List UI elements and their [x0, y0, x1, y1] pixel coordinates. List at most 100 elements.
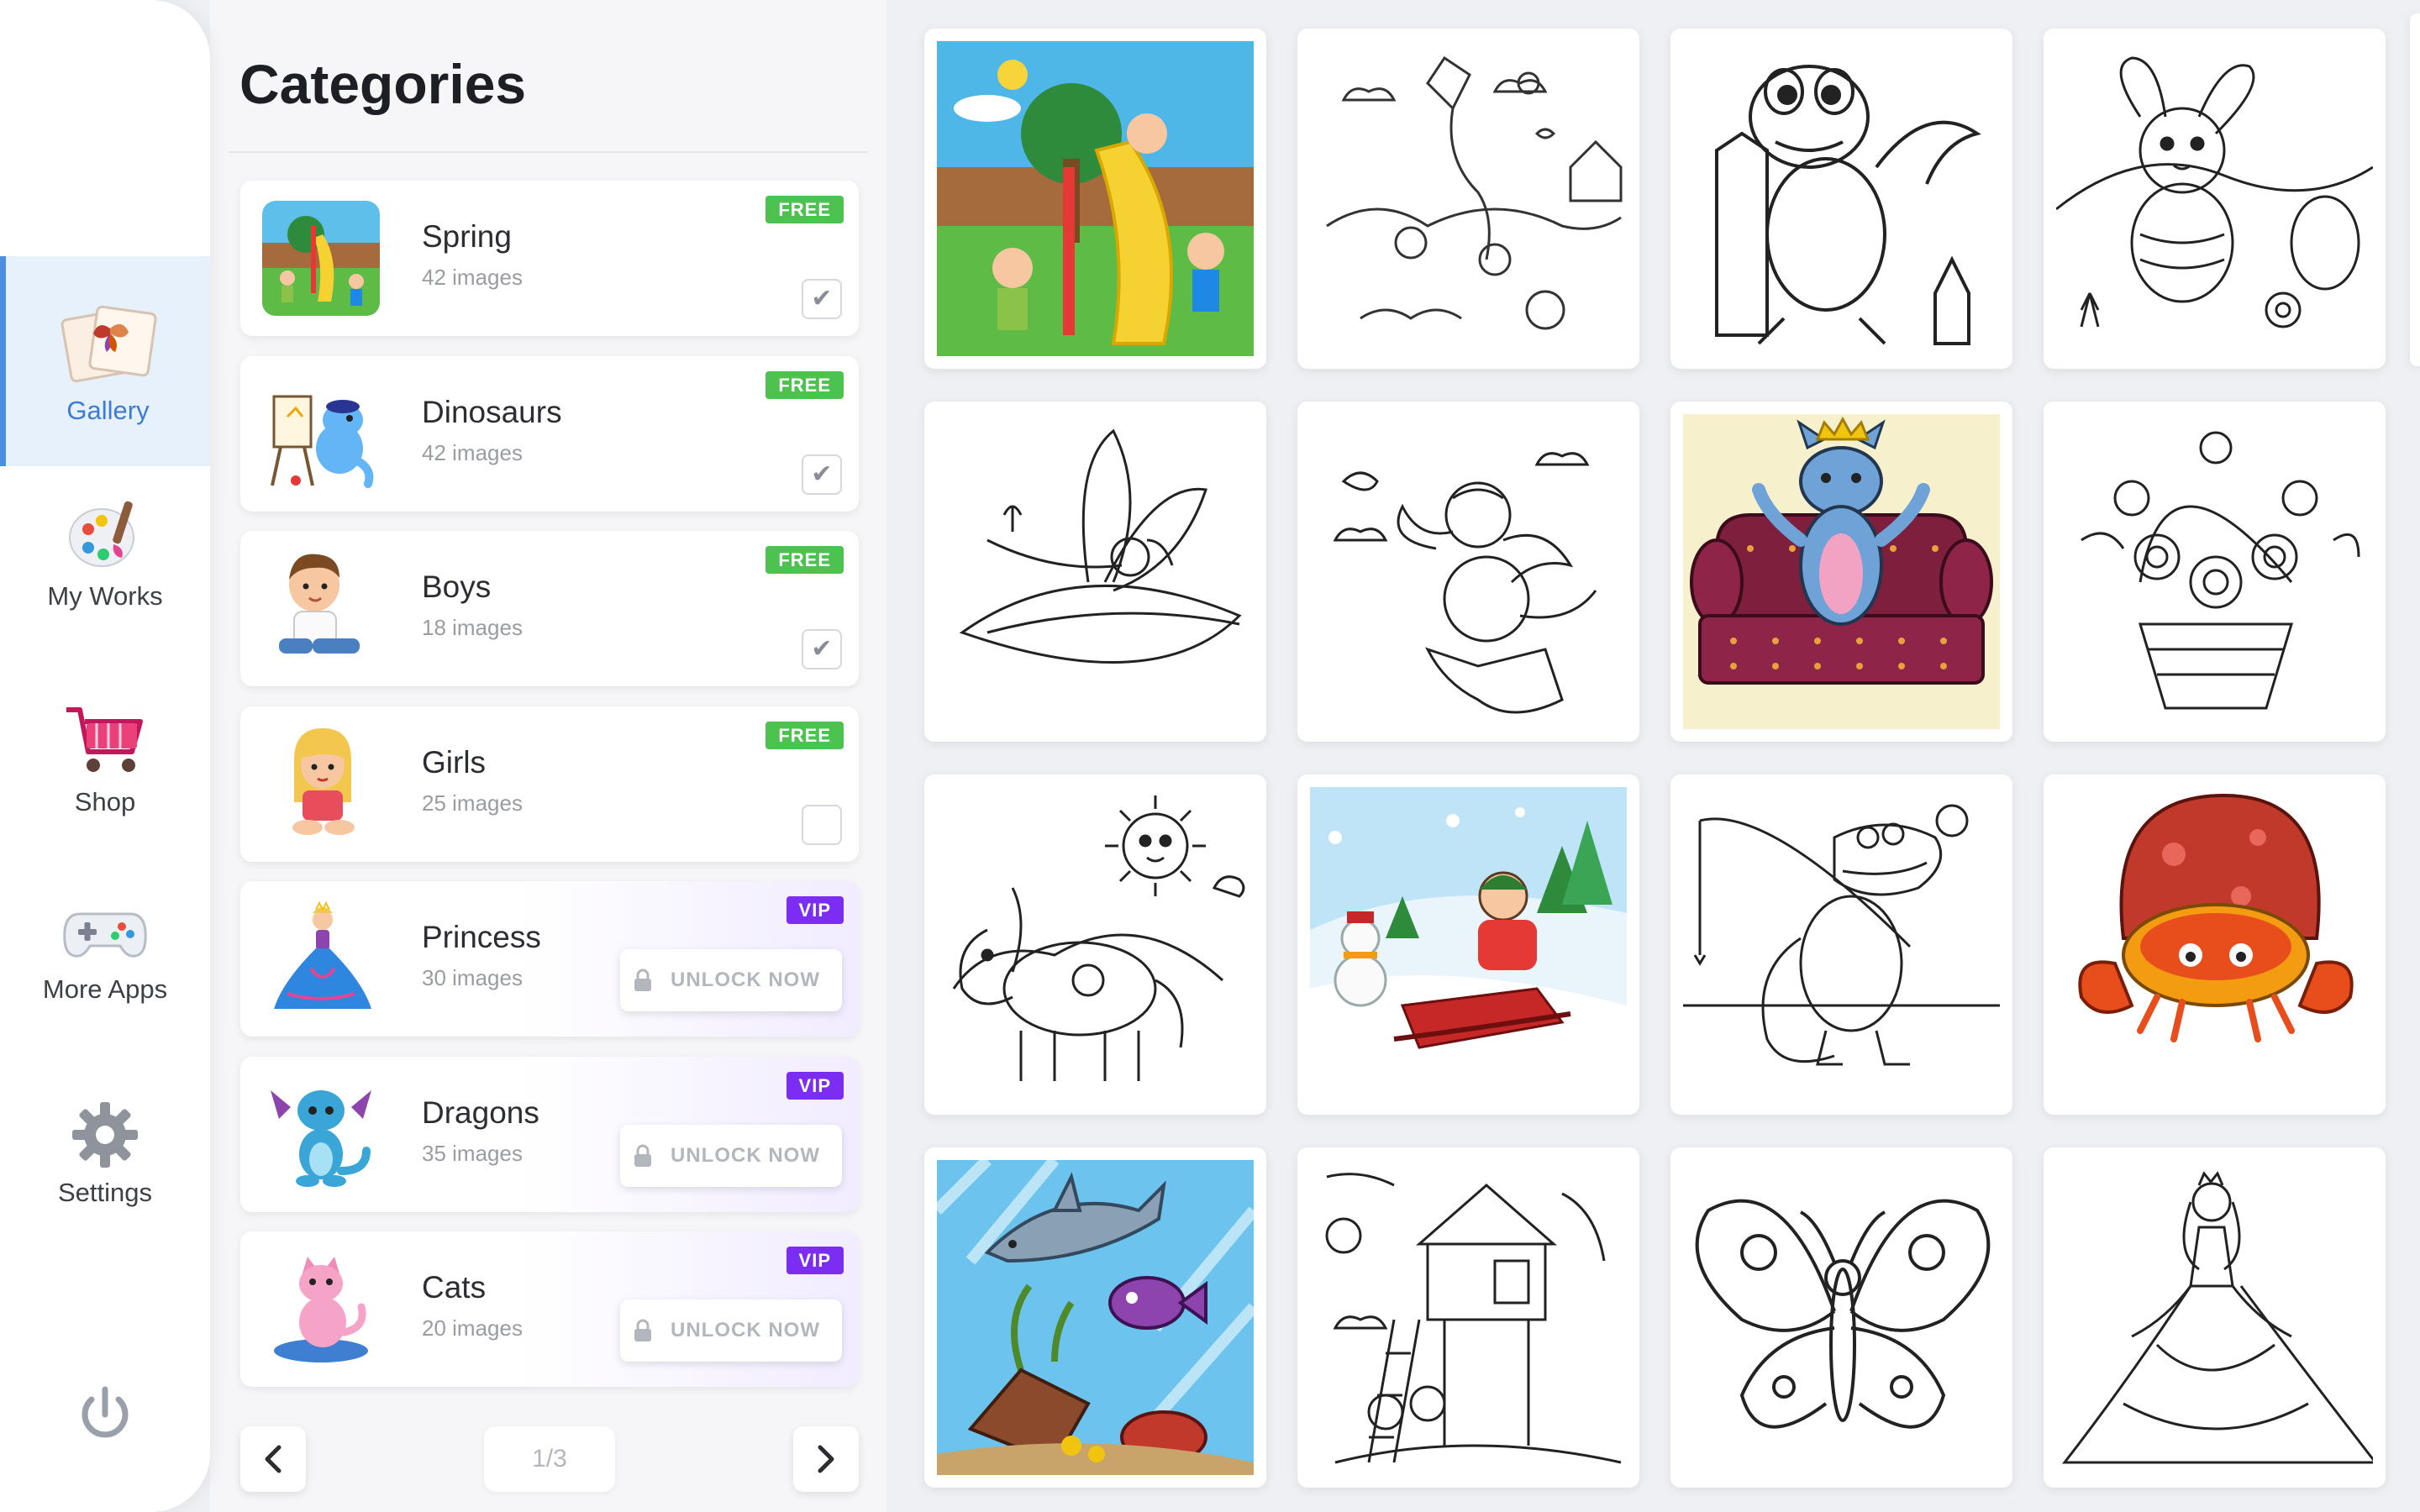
category-name: Dinosaurs — [422, 395, 562, 429]
select-checkbox[interactable]: ✔ — [802, 279, 842, 319]
vip-badge: VIP — [786, 1247, 844, 1274]
crowned-cat-on-armchair-image — [1683, 414, 2000, 729]
nav-gallery-label: Gallery — [66, 396, 150, 425]
gallery-tile-dinosaur-pencils[interactable] — [1670, 29, 2012, 369]
category-count: 25 images — [422, 790, 523, 816]
gallery-tile-boy-sledding[interactable] — [1297, 774, 1639, 1115]
dinosaur-with-pencils-outline-image — [1715, 65, 1981, 345]
unlock-now-label: UNLOCK NOW — [671, 1319, 820, 1341]
gallery-tile-princess-gown[interactable] — [2044, 1147, 2386, 1488]
kids-on-playground-slide-image — [937, 41, 1254, 356]
gallery-tile-playground[interactable] — [924, 29, 1266, 369]
princess-thumbnail — [274, 901, 371, 1009]
gear-icon — [72, 1102, 138, 1168]
checkmark-icon: ✔ — [811, 635, 833, 663]
boy-sledding-with-snowman-image — [1310, 787, 1627, 1102]
unlock-now-button[interactable]: UNLOCK NOW — [620, 1125, 842, 1187]
power-button[interactable] — [75, 1384, 135, 1445]
free-badge: FREE — [765, 546, 844, 574]
gallery-tile-baby-dragon-cliff[interactable] — [1297, 402, 1639, 742]
checkmark-icon: ✔ — [811, 285, 833, 312]
category-card-cats[interactable]: Cats 20 images VIP UNLOCK NOW — [240, 1231, 859, 1387]
gallery-tile-kite-village[interactable] — [1297, 29, 1639, 369]
playground-thumbnail — [262, 201, 380, 316]
categories-panel: Categories Spring 42 images FREE ✔ Dinos… — [210, 0, 886, 1512]
dragon-thumbnail — [271, 1090, 371, 1187]
treehouse-outline-image — [1325, 1173, 1622, 1464]
lock-icon — [634, 969, 651, 991]
unlock-now-label: UNLOCK NOW — [671, 969, 820, 991]
select-checkbox[interactable] — [802, 805, 842, 845]
girl-thumbnail — [292, 728, 355, 835]
unlock-now-button[interactable]: UNLOCK NOW — [620, 949, 842, 1011]
gallery-tile-easter-bunny[interactable] — [2044, 29, 2386, 369]
fishing-crocodile-outline-image — [1683, 804, 2000, 1066]
select-checkbox[interactable]: ✔ — [802, 629, 842, 669]
nav-shop-label: Shop — [74, 787, 136, 816]
gamepad-icon — [63, 912, 147, 958]
lock-icon — [634, 1144, 651, 1167]
free-badge: FREE — [765, 196, 844, 223]
page-indicator: 1/3 — [484, 1426, 615, 1492]
previous-page-button[interactable] — [240, 1426, 306, 1492]
chevron-right-icon — [818, 1445, 834, 1473]
page-title: Categories — [239, 53, 527, 115]
gallery-tile-crab-mushroom[interactable] — [2044, 774, 2386, 1115]
vip-badge: VIP — [786, 1072, 844, 1100]
gallery-tile-crowned-cat-armchair[interactable] — [1670, 402, 2012, 742]
select-checkbox[interactable]: ✔ — [802, 454, 842, 495]
category-name: Spring — [422, 219, 512, 254]
category-name: Cats — [422, 1270, 487, 1305]
easter-bunny-with-egg-outline-image — [2056, 56, 2373, 328]
category-card-dragons[interactable]: Dragons 35 images VIP UNLOCK NOW — [240, 1057, 859, 1212]
nav-my-works-label: My Works — [47, 581, 163, 611]
nav-shop[interactable]: Shop — [0, 701, 210, 827]
unlock-now-button[interactable]: UNLOCK NOW — [620, 1299, 842, 1362]
category-name: Dragons — [422, 1095, 539, 1130]
fairy-on-leaf-outline-image — [959, 428, 1242, 664]
title-divider — [229, 151, 867, 153]
gallery-tile-fishing-crocodile[interactable] — [1670, 774, 2012, 1115]
gallery-tile-pony-sun[interactable] — [924, 774, 1266, 1115]
category-card-dinosaurs[interactable]: Dinosaurs 42 images FREE ✔ — [240, 356, 859, 512]
rose-basket-outline-image — [2081, 431, 2360, 710]
gallery-tile-underwater[interactable] — [924, 1147, 1266, 1488]
category-count: 18 images — [422, 615, 523, 640]
category-card-girls[interactable]: Girls 25 images FREE — [240, 706, 859, 862]
category-count: 42 images — [422, 440, 523, 465]
category-name: Boys — [422, 570, 492, 604]
baby-dragon-on-cliff-outline-image — [1333, 452, 1597, 714]
category-card-spring[interactable]: Spring 42 images FREE ✔ — [240, 181, 859, 336]
crab-in-mushroom-house-image — [2056, 787, 2373, 1102]
nav-settings[interactable]: Settings — [0, 1100, 210, 1226]
nav-my-works[interactable]: My Works — [0, 496, 210, 622]
gallery-tile-fairy-leaf[interactable] — [924, 402, 1266, 742]
category-card-boys[interactable]: Boys 18 images FREE ✔ — [240, 531, 859, 686]
kite-and-village-outline-image — [1326, 55, 1623, 330]
free-badge: FREE — [765, 371, 844, 399]
next-page-button[interactable] — [793, 1426, 859, 1492]
palette-icon — [69, 501, 134, 567]
shopping-cart-icon — [66, 707, 143, 772]
category-card-princess[interactable]: Princess 30 images VIP UNLOCK NOW — [240, 881, 859, 1037]
cat-thumbnail — [274, 1257, 368, 1362]
butterfly-outline-image — [1695, 1199, 1991, 1429]
nav-gallery[interactable]: Gallery — [0, 256, 210, 466]
unlock-now-label: UNLOCK NOW — [671, 1144, 820, 1167]
gallery-icon — [60, 305, 157, 383]
nav-more-apps-label: More Apps — [42, 974, 168, 1004]
lock-icon — [634, 1319, 651, 1341]
gallery-tile-butterfly[interactable] — [1670, 1147, 2012, 1488]
dinosaur-painter-thumbnail — [271, 395, 374, 488]
pony-with-sun-outline-image — [952, 795, 1245, 1081]
nav-more-apps[interactable]: More Apps — [0, 899, 210, 1025]
next-column-peek — [2410, 13, 2420, 366]
free-badge: FREE — [765, 722, 844, 749]
gallery-tile-rose-basket[interactable] — [2044, 402, 2386, 742]
category-count: 42 images — [422, 265, 523, 290]
vip-badge: VIP — [786, 896, 844, 924]
princess-in-gown-outline-image — [2061, 1171, 2373, 1464]
category-count: 35 images — [422, 1141, 523, 1166]
underwater-shark-and-fish-image — [937, 1160, 1254, 1475]
gallery-tile-treehouse[interactable] — [1297, 1147, 1639, 1488]
